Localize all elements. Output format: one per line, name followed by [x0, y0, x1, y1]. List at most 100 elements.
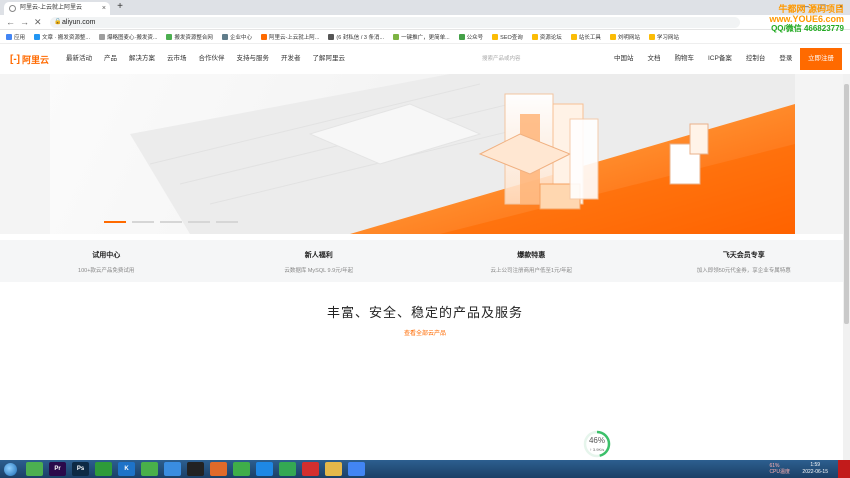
- search-input[interactable]: 搜索产品或内容: [476, 52, 604, 66]
- view-all-products-link[interactable]: 查看全部云产品: [0, 328, 850, 337]
- taskbar-app-icon[interactable]: [325, 462, 342, 476]
- carousel-dot[interactable]: [160, 221, 182, 223]
- address-bar-row: ← → ✕ 🔒 aliyun.com: [0, 15, 850, 30]
- taskbar-app-icon[interactable]: Pr: [49, 462, 66, 476]
- bookmark-item[interactable]: 资源论坛: [531, 33, 562, 41]
- tab-aliyun[interactable]: 阿里云-上云就上阿里云 ×: [4, 2, 110, 15]
- bookmark-icon: [492, 33, 499, 40]
- start-button[interactable]: [0, 460, 20, 478]
- forward-arrow-icon[interactable]: →: [20, 16, 29, 29]
- taskbar-app-icon[interactable]: [233, 462, 250, 476]
- feature-card[interactable]: 飞天会员专享 加入即领50元代金券，享企业专属特惠: [638, 240, 850, 282]
- nav-item[interactable]: 解决方案: [129, 44, 155, 74]
- logo[interactable]: [-] 阿里云: [10, 53, 49, 66]
- cpu-temp: 61% CPU温度: [769, 463, 790, 475]
- right-nav-item[interactable]: 控制台: [746, 44, 766, 74]
- clock[interactable]: 1:59 2022-06-15: [802, 462, 828, 476]
- bookmark-icon: [570, 33, 577, 40]
- url-input[interactable]: 🔒 aliyun.com: [50, 17, 740, 28]
- bookmark-icon: [531, 33, 538, 40]
- right-nav-item[interactable]: ICP备案: [708, 44, 732, 74]
- bookmark-item[interactable]: 站长工具: [570, 33, 601, 41]
- nav-item[interactable]: 最新活动: [66, 44, 92, 74]
- feature-card[interactable]: 试用中心 100+款云产品免费试用: [0, 240, 213, 282]
- site-header: [-] 阿里云 最新活动 产品 解决方案 云市场 合作伙伴 支持与服务 开发者 了解阿里云 搜…: [0, 44, 850, 74]
- taskbar-app-icon[interactable]: [187, 462, 204, 476]
- bookmark-icon: [393, 33, 400, 40]
- page-scrollbar[interactable]: [843, 74, 850, 464]
- taskbar-app-icon[interactable]: [302, 462, 319, 476]
- bookmark-label: 刘明网站: [617, 34, 640, 41]
- carousel-dots: [104, 221, 238, 223]
- taskbar-app-icon[interactable]: [164, 462, 181, 476]
- bookmark-item[interactable]: (6 封私信 / 3 条消...: [328, 33, 384, 41]
- bookmark-item[interactable]: 搬发资源整合网: [166, 33, 213, 41]
- bookmark-icon: [166, 33, 173, 40]
- bookmark-label: 应用: [14, 34, 26, 41]
- taskbar-app-icon[interactable]: K: [118, 462, 135, 476]
- hero-banner[interactable]: [0, 74, 850, 234]
- bookmark-label: (6 封私信 / 3 条消...: [336, 34, 385, 41]
- feature-card[interactable]: 爆款特惠 云上公司注册商用户低至1元/年起: [425, 240, 638, 282]
- bookmark-item[interactable]: 企业中心: [221, 33, 252, 41]
- nav-item[interactable]: 合作伙伴: [199, 44, 225, 74]
- reload-icon[interactable]: ✕: [34, 16, 42, 29]
- bookmark-item[interactable]: 阿里云-上云就上阿...: [260, 33, 320, 41]
- taskbar-app-icon[interactable]: [256, 462, 273, 476]
- bookmark-label: 阿里云-上云就上阿...: [268, 34, 320, 41]
- taskbar-app-icon[interactable]: [279, 462, 296, 476]
- carousel-dot[interactable]: [216, 221, 238, 223]
- bookmark-label: 资源论坛: [539, 34, 562, 41]
- taskbar-app-icon[interactable]: [26, 462, 43, 476]
- feature-card[interactable]: 新人福利 云数据库 MySQL 9.9元/年起: [213, 240, 426, 282]
- browser-tab-bar: 阿里云-上云就上阿里云 × + — □ ×: [0, 0, 850, 15]
- taskbar-app-icon[interactable]: [95, 462, 112, 476]
- windows-logo-icon: [3, 462, 17, 476]
- clock-time: 1:59: [810, 462, 821, 468]
- nav-item[interactable]: 云市场: [167, 44, 187, 74]
- bookmark-label: 爆略图麦心·搬发资...: [107, 34, 158, 41]
- right-nav-item[interactable]: 中国站: [614, 44, 634, 74]
- nav-item[interactable]: 了解阿里云: [313, 44, 346, 74]
- close-tab-icon[interactable]: ×: [102, 2, 106, 15]
- taskbar-app-icon[interactable]: [210, 462, 227, 476]
- show-desktop-button[interactable]: [838, 460, 850, 478]
- nav-item[interactable]: 支持与服务: [237, 44, 270, 74]
- taskbar-app-icon[interactable]: Ps: [72, 462, 89, 476]
- bookmark-item[interactable]: 学习网站: [648, 33, 679, 41]
- logo-text: 阿里云: [22, 55, 50, 65]
- bookmark-item[interactable]: 公众号: [458, 33, 483, 41]
- back-arrow-icon[interactable]: ←: [6, 16, 15, 29]
- carousel-dot[interactable]: [188, 221, 210, 223]
- nav-item[interactable]: 产品: [104, 44, 117, 74]
- bookmark-item[interactable]: 一键推广，更简单...: [393, 33, 450, 41]
- right-nav-item[interactable]: 购物车: [675, 44, 695, 74]
- watermark-line-3: QQ/微信 466823779: [771, 24, 844, 33]
- network-speed-gauge: 46% ↑ 3.9K/s: [583, 430, 611, 458]
- windows-taskbar: Pr Ps K 61% CPU温度 1:59 2022-06-15: [0, 460, 850, 478]
- register-button[interactable]: 立即注册: [800, 48, 842, 70]
- feature-title: 试用中心: [92, 252, 121, 259]
- bookmark-item[interactable]: 文章 · 搬发资源整...: [34, 33, 90, 41]
- tab-favicon-icon: [9, 5, 16, 12]
- bookmark-icon: [34, 33, 41, 40]
- carousel-dot[interactable]: [104, 221, 126, 223]
- bookmark-item[interactable]: 爆略图麦心·搬发资...: [99, 33, 157, 41]
- tab-title: 阿里云-上云就上阿里云: [20, 5, 82, 11]
- bookmark-icon: [99, 33, 105, 40]
- bookmark-item[interactable]: 刘明网站: [609, 33, 640, 41]
- carousel-dot[interactable]: [132, 221, 154, 223]
- right-nav-item[interactable]: 文档: [648, 44, 661, 74]
- taskbar-app-icon[interactable]: [348, 462, 365, 476]
- system-tray: 61% CPU温度: [769, 460, 790, 478]
- taskbar-app-icon[interactable]: [141, 462, 158, 476]
- gauge-speed: ↑ 3.9K/s: [589, 447, 605, 452]
- bookmark-item[interactable]: SEO查询: [492, 33, 523, 41]
- right-nav-item[interactable]: 登录: [779, 44, 792, 74]
- hero-illustration: [130, 74, 795, 234]
- nav-item[interactable]: 开发者: [281, 44, 301, 74]
- bookmark-item[interactable]: 应用: [6, 33, 25, 41]
- new-tab-button[interactable]: +: [114, 1, 126, 13]
- scrollbar-thumb[interactable]: [844, 84, 849, 324]
- url-text: aliyun.com: [62, 19, 96, 26]
